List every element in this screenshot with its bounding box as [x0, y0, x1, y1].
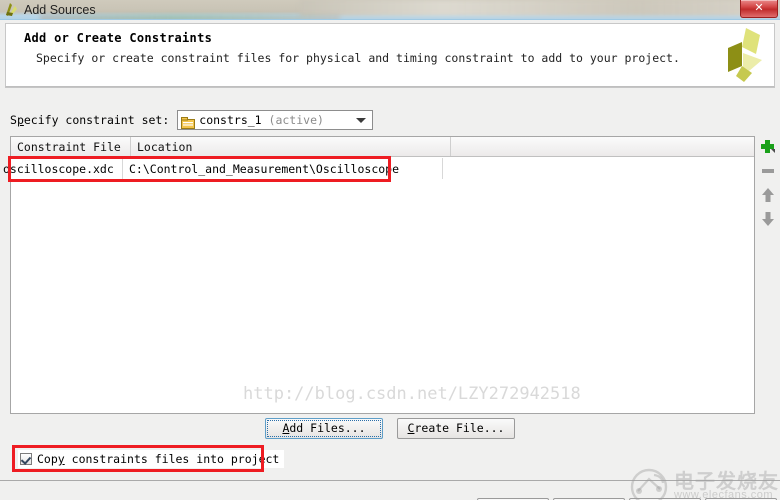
column-header-extra[interactable] — [451, 137, 754, 156]
copy-constraints-label: Copy constraints files into project — [37, 452, 280, 466]
table-row[interactable]: oscilloscope.xdc C:\Control_and_Measurem… — [3, 158, 754, 179]
remove-minus-icon[interactable] — [759, 162, 777, 180]
close-icon[interactable]: ✕ — [740, 0, 778, 18]
page-subtitle: Specify or create constraint files for p… — [36, 51, 680, 65]
wizard-header: Add or Create Constraints Specify or cre… — [5, 23, 775, 87]
chevron-down-icon[interactable] — [356, 118, 367, 123]
blog-watermark: http://blog.csdn.net/LZY272942518 — [243, 384, 581, 404]
column-header-constraint-file[interactable]: Constraint File — [11, 137, 131, 156]
add-sources-dialog: Add Sources ✕ Add or Create Constraints … — [0, 0, 780, 500]
copy-constraints-checkbox[interactable] — [20, 453, 32, 465]
xilinx-logo — [722, 26, 768, 84]
dialog-body: Add or Create Constraints Specify or cre… — [0, 19, 780, 500]
wizard-nav-buttons: ‹ Back Next › Finish Cancel — [0, 490, 780, 500]
copy-constraints-checkbox-row[interactable]: Copy constraints files into project — [18, 450, 285, 468]
add-files-button[interactable]: Add Files... — [265, 417, 383, 439]
vivado-icon — [4, 2, 19, 17]
file-action-buttons: Add Files... Create File... — [0, 416, 780, 440]
create-file-button[interactable]: Create File... — [397, 417, 515, 439]
arrow-down-icon[interactable] — [759, 210, 777, 228]
constraint-set-dropdown[interactable]: constrs_1 (active) — [177, 110, 374, 130]
constraint-file-list[interactable]: Constraint File Location oscilloscope.xd… — [3, 136, 755, 414]
page-title: Add or Create Constraints — [24, 31, 213, 45]
constraint-set-row: Specify constraint set: constrs_1 (activ… — [10, 109, 374, 131]
list-toolbar — [757, 136, 779, 414]
title-bar: Add Sources ✕ — [0, 0, 780, 19]
cell-location: C:\Control_and_Measurement\Oscilloscope — [123, 158, 443, 179]
column-header-location[interactable]: Location — [131, 137, 451, 156]
footer-divider — [0, 480, 780, 481]
table-header-row: Constraint File Location — [11, 137, 754, 157]
folder-icon — [181, 114, 196, 129]
add-green-plus-icon[interactable] — [759, 138, 777, 156]
cell-extra — [443, 158, 754, 179]
window-title: Add Sources — [24, 2, 96, 17]
constraint-set-label: Specify constraint set: — [10, 113, 170, 127]
constraint-set-value: constrs_1 (active) — [199, 113, 324, 127]
header-divider — [5, 87, 775, 88]
cell-constraint-file: oscilloscope.xdc — [3, 158, 123, 179]
arrow-up-icon[interactable] — [759, 186, 777, 204]
